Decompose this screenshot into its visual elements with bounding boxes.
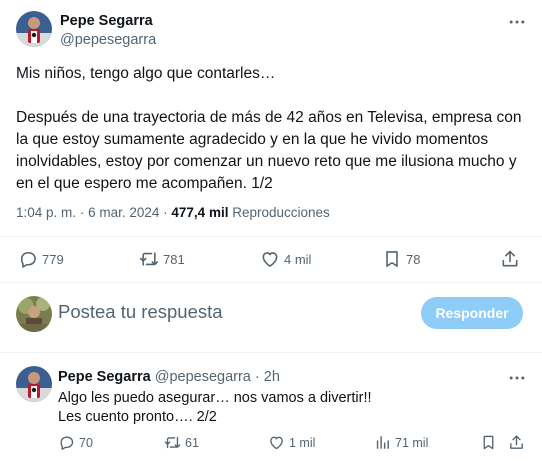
reply-separator: · (254, 369, 260, 385)
reply-author-handle[interactable]: @pepesegarra (155, 369, 251, 385)
reply-more-icon[interactable] (507, 368, 527, 388)
divider (0, 282, 542, 283)
reply-icon (60, 436, 74, 450)
share-icon (510, 435, 523, 449)
divider (0, 352, 542, 353)
reply-button[interactable]: 779 (18, 249, 64, 269)
reply-header: Pepe Segarra @pepesegarra · 2h (58, 369, 280, 385)
reply-views-button[interactable]: 71 mil (374, 434, 428, 451)
like-button[interactable]: 4 mil (260, 249, 311, 269)
views-count: 477,4 mil (171, 205, 229, 220)
bookmark-button[interactable]: 78 (382, 249, 420, 269)
tweet-date[interactable]: 6 mar. 2024 (88, 205, 159, 220)
tweet-meta: 1:04 p. m. · 6 mar. 2024 · 477,4 mil Rep… (16, 205, 330, 220)
bookmark-count: 78 (406, 251, 421, 267)
reply-share-button[interactable] (508, 434, 525, 451)
reply-repost-count: 61 (185, 435, 199, 450)
tweet-paragraph: Mis niños, tengo algo que contarles… (16, 65, 276, 82)
reply-time[interactable]: 2h (264, 369, 280, 385)
reply-author-name[interactable]: Pepe Segarra (58, 369, 151, 385)
reply-text: Algo les puedo asegurar… nos vamos a div… (58, 389, 372, 427)
reply-like-button[interactable]: 1 mil (268, 434, 315, 451)
reply-count: 779 (42, 251, 64, 267)
reply-views-count: 71 mil (395, 435, 429, 450)
more-icon[interactable] (507, 12, 527, 32)
like-icon (262, 252, 278, 267)
reply-icon (20, 251, 36, 268)
reply-bookmark-button[interactable] (480, 434, 497, 451)
share-icon (502, 250, 518, 267)
reply-repost-button[interactable]: 61 (164, 434, 199, 451)
repost-count: 781 (163, 251, 185, 267)
tweet-paragraph: Después de una trayectoria de más de 42 … (16, 109, 522, 192)
views-icon (376, 436, 389, 449)
reply-line: Algo les puedo asegurar… nos vamos a div… (58, 390, 372, 406)
reply-reply-button[interactable]: 70 (58, 434, 93, 451)
reply-like-count: 1 mil (289, 435, 316, 450)
reply-submit-button[interactable]: Responder (421, 297, 523, 329)
tweet-time[interactable]: 1:04 p. m. (16, 205, 76, 220)
tweet-text: Mis niños, tengo algo que contarles… Des… (16, 63, 531, 195)
bookmark-icon (483, 435, 494, 450)
bookmark-icon (386, 251, 398, 267)
views-label: Reproducciones (232, 205, 330, 220)
share-button[interactable] (500, 249, 520, 269)
divider (0, 236, 542, 237)
reply-author-avatar[interactable] (16, 366, 52, 402)
author-avatar[interactable] (16, 11, 52, 47)
like-icon (270, 436, 283, 450)
repost-button[interactable]: 781 (139, 249, 185, 269)
meta-separator: · (163, 205, 168, 220)
author-handle[interactable]: @pepesegarra (60, 32, 156, 48)
repost-icon (139, 252, 159, 266)
meta-separator: · (79, 205, 85, 220)
like-count: 4 mil (284, 251, 312, 267)
repost-icon (164, 436, 181, 449)
reply-reply-count: 70 (79, 435, 93, 450)
reply-input[interactable]: Postea tu respuesta (58, 301, 398, 325)
user-avatar[interactable] (16, 296, 52, 332)
reply-line: Les cuento pronto…. 2/2 (58, 409, 217, 425)
author-name[interactable]: Pepe Segarra (60, 13, 153, 29)
